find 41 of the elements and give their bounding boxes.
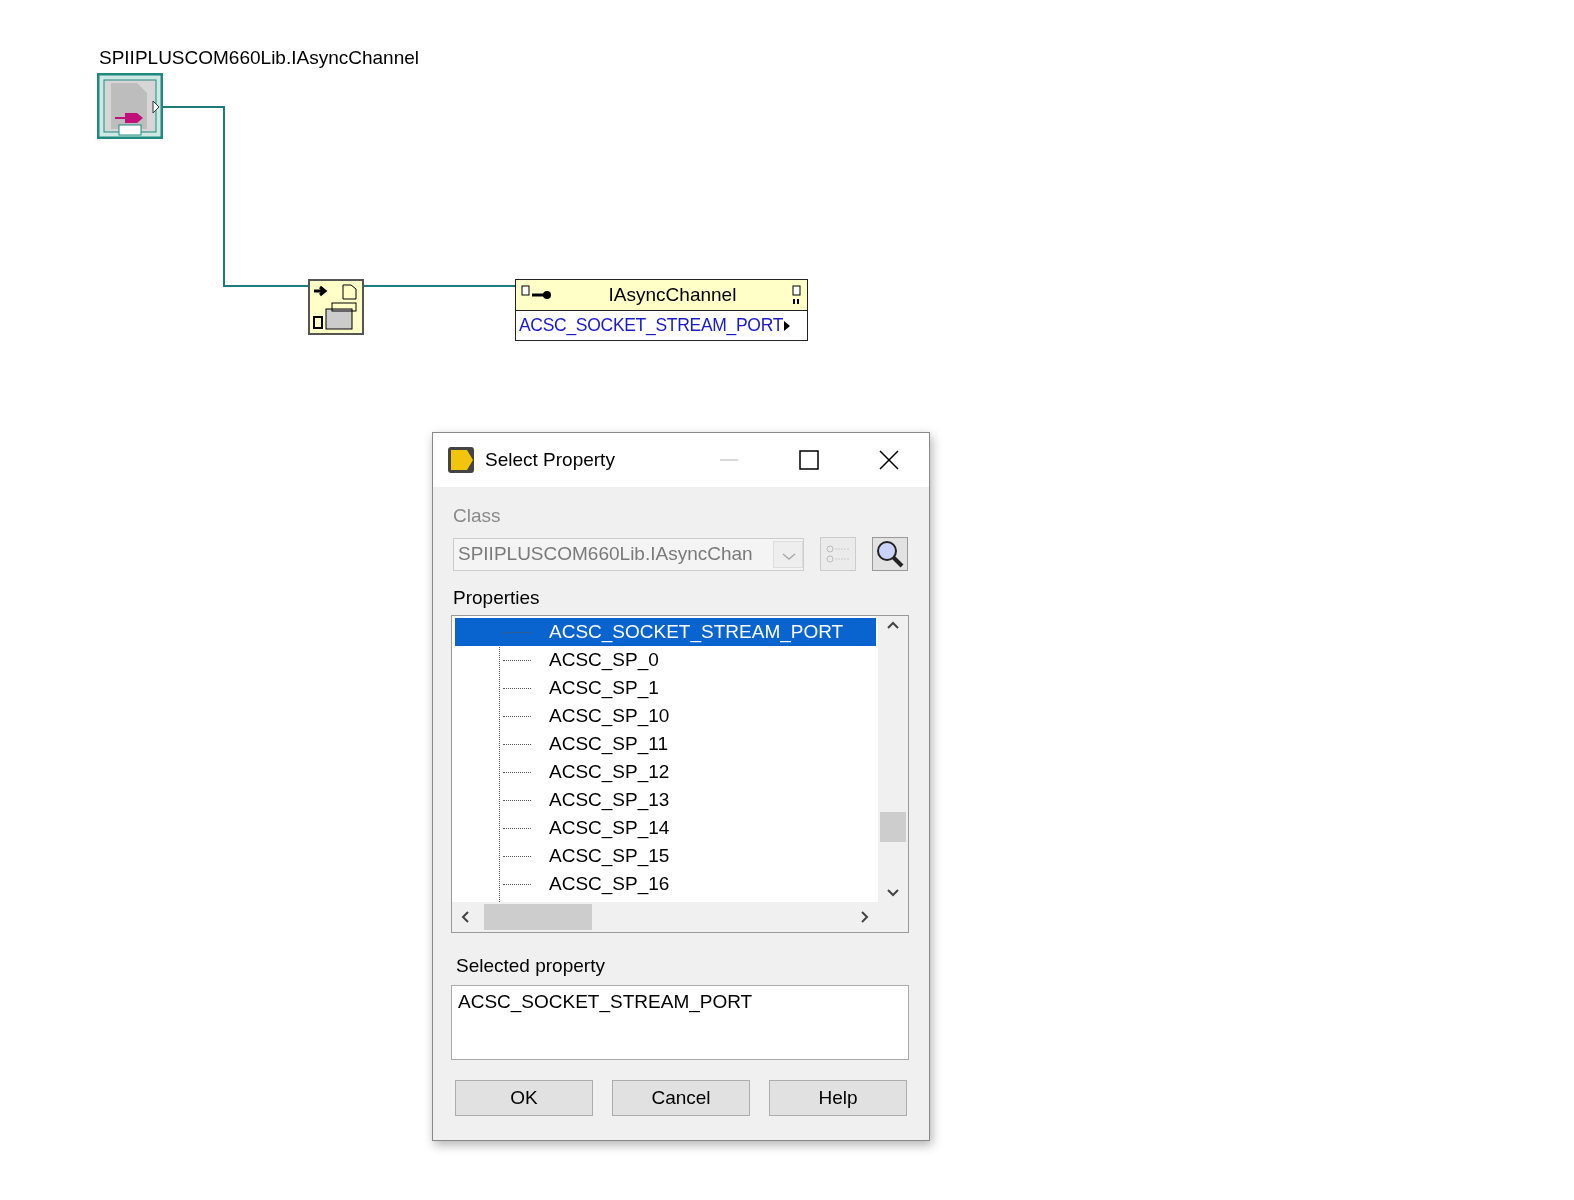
error-terminal-icon bbox=[791, 285, 803, 305]
dialog-title: Select Property bbox=[485, 449, 616, 471]
properties-label: Properties bbox=[453, 587, 541, 610]
tree-item[interactable]: ACSC_SP_12 bbox=[455, 758, 876, 786]
tree-item[interactable]: ACSC_SOCKET_STREAM_PORT bbox=[455, 618, 876, 646]
horizontal-scrollbar[interactable] bbox=[452, 902, 878, 932]
dialog-button[interactable]: Help bbox=[769, 1080, 907, 1116]
tree-item[interactable]: ACSC_SP_11 bbox=[455, 730, 876, 758]
class-constant-icon[interactable] bbox=[97, 73, 163, 139]
vertical-scrollbar[interactable] bbox=[878, 616, 908, 902]
app-icon bbox=[447, 446, 475, 474]
constant-label: SPIIPLUSCOM660Lib.IAsyncChannel bbox=[99, 47, 419, 69]
property-name[interactable]: ACSC_SOCKET_STREAM_PORT bbox=[519, 315, 784, 336]
property-node[interactable]: IAsyncChannel ACSC_SOCKET_STREAM_PORT bbox=[515, 279, 808, 341]
tree-item[interactable]: ACSC_SP_15 bbox=[455, 842, 876, 870]
tree-item[interactable]: ACSC_SP_14 bbox=[455, 814, 876, 842]
scrollbar-thumb[interactable] bbox=[880, 812, 906, 842]
scroll-down-icon[interactable] bbox=[886, 888, 900, 898]
selected-property-label: Selected property bbox=[455, 955, 606, 978]
class-label: Class bbox=[453, 505, 502, 528]
tree-item[interactable]: ACSC_SP_13 bbox=[455, 786, 876, 814]
search-icon bbox=[875, 539, 905, 569]
class-name: IAsyncChannel bbox=[607, 284, 738, 306]
close-icon[interactable] bbox=[879, 450, 899, 470]
dialog-button[interactable]: OK bbox=[455, 1080, 593, 1116]
class-dropdown[interactable]: SPIIPLUSCOM660Lib.IAsyncChan bbox=[453, 537, 804, 571]
dialog-button[interactable]: Cancel bbox=[612, 1080, 750, 1116]
scrollbar-thumb[interactable] bbox=[484, 904, 592, 930]
scroll-left-icon[interactable] bbox=[460, 910, 470, 924]
tree-item[interactable]: ACSC_SP_16 bbox=[455, 870, 876, 898]
maximize-icon[interactable] bbox=[799, 450, 819, 470]
output-terminal-icon bbox=[784, 320, 791, 331]
tree-item[interactable]: ACSC_SP_1 bbox=[455, 674, 876, 702]
scroll-right-icon[interactable] bbox=[860, 910, 870, 924]
caret-icon bbox=[773, 540, 803, 568]
scroll-up-icon[interactable] bbox=[886, 620, 900, 630]
tree-item[interactable]: ACSC_SP_0 bbox=[455, 646, 876, 674]
selected-property-field[interactable]: ACSC_SOCKET_STREAM_PORT bbox=[451, 985, 909, 1060]
to-reference-node-icon[interactable] bbox=[308, 279, 364, 335]
tree-item[interactable]: ACSC_SP_10 bbox=[455, 702, 876, 730]
search-button[interactable] bbox=[872, 537, 908, 571]
